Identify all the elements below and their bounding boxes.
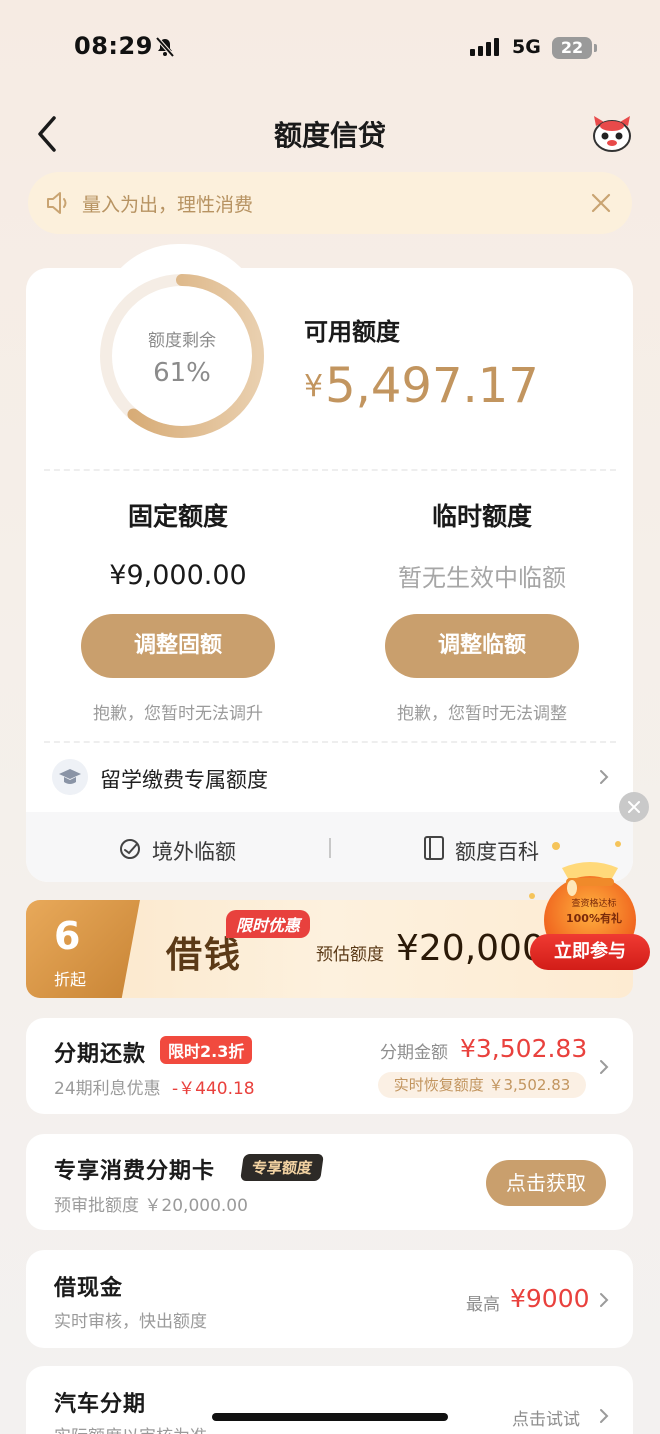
preapproved-quota: 预审批额度 ￥20,000.00: [54, 1196, 248, 1216]
chevron-right-icon: [600, 1409, 609, 1423]
bell-muted-icon: [155, 36, 175, 58]
battery-icon: 22: [552, 37, 592, 59]
temp-quota-title: 临时额度: [431, 502, 532, 531]
gift-bag-line2: 100%有礼: [566, 912, 622, 925]
divider: [44, 741, 616, 743]
gift-bag-line1: 查资格达标: [571, 899, 617, 909]
available-amount: ¥5,497.17: [304, 358, 539, 414]
footer-separator: [329, 838, 331, 858]
installment-title: 分期还款: [54, 1042, 147, 1067]
status-time: 08:29: [74, 32, 153, 60]
currency-symbol: ¥: [304, 369, 324, 404]
graduation-cap-icon: [52, 759, 88, 795]
chevron-right-icon: [600, 1060, 609, 1074]
exclusive-card-title: 专享消费分期卡: [54, 1159, 216, 1184]
network-type: 5G: [512, 36, 541, 58]
available-label: 可用额度: [304, 318, 400, 346]
temp-quota-status: 暂无生效中临额: [398, 564, 566, 592]
ring-label: 额度剩余: [148, 331, 216, 351]
join-now-button[interactable]: 立即参与: [530, 934, 650, 970]
chevron-right-icon: [600, 770, 609, 784]
fixed-quota-title: 固定额度: [127, 502, 228, 531]
study-abroad-label: 留学缴费专属额度: [100, 768, 268, 792]
recover-amount: ￥3,502.83: [488, 1076, 571, 1094]
cash-loan-title: 借现金: [54, 1276, 124, 1301]
adjust-fixed-button[interactable]: 调整固额: [81, 614, 275, 678]
home-indicator: [212, 1413, 448, 1421]
speaker-icon: [47, 192, 67, 214]
notice-text: 量入为出，理性消费: [82, 194, 254, 216]
battery-tip: [594, 44, 597, 52]
page-title: 额度信贷: [273, 119, 386, 152]
available-amount-value: 5,497.17: [325, 358, 539, 414]
quota-ring-chart: [100, 274, 264, 438]
get-card-button[interactable]: 点击获取: [486, 1160, 606, 1206]
recover-label: 实时恢复额度: [393, 1076, 484, 1094]
overseas-quota-icon: [120, 839, 140, 859]
installment-interest-amount: -￥440.18: [172, 1079, 255, 1099]
fixed-adjust-note: 抱歉，您暂时无法调升: [93, 704, 263, 724]
estimate-label: 预估额度: [316, 945, 384, 965]
car-loan-action[interactable]: 点击试试: [512, 1405, 580, 1430]
car-loan-title: 汽车分期: [54, 1392, 147, 1417]
limited-offer-tag: 限时优惠: [226, 910, 311, 938]
discount-suffix: 折起: [54, 970, 87, 989]
overseas-quota-link[interactable]: 境外临额: [152, 836, 236, 866]
installment-amount: ¥3,502.83: [460, 1034, 588, 1063]
installment-discount-tag: 限时2.3折: [160, 1036, 253, 1064]
exclusive-quota-tag: 专享额度: [240, 1154, 324, 1181]
estimate-amount: ¥20,000: [396, 928, 545, 969]
close-icon[interactable]: [590, 192, 612, 214]
chevron-right-icon: [600, 1293, 609, 1307]
recover-quota-pill: 实时恢复额度 ￥3,502.83: [378, 1072, 586, 1098]
cash-loan-max-label: 最高: [466, 1295, 500, 1315]
encyclopedia-book-icon: [424, 836, 444, 860]
divider: [44, 469, 616, 471]
discount-number: 6: [54, 914, 81, 958]
adjust-temp-button[interactable]: 调整临额: [385, 614, 579, 678]
mascot-avatar-icon[interactable]: [590, 112, 634, 154]
fixed-quota-amount: ¥9,000.00: [109, 560, 247, 591]
signal-icon: [470, 38, 499, 56]
installment-amount-label: 分期金额: [380, 1043, 448, 1063]
float-close-button[interactable]: [619, 792, 649, 822]
ring-percent: 61%: [153, 358, 211, 388]
cash-loan-sub: 实时审核，快出额度: [54, 1312, 207, 1332]
temp-adjust-note: 抱歉，您暂时无法调整: [397, 704, 567, 724]
cash-loan-max-amount: ¥9000: [510, 1284, 590, 1313]
installment-interest-label: 24期利息优惠: [54, 1079, 161, 1099]
car-loan-sub: 实际额度以审核为准: [54, 1422, 207, 1434]
close-icon: [628, 801, 640, 813]
